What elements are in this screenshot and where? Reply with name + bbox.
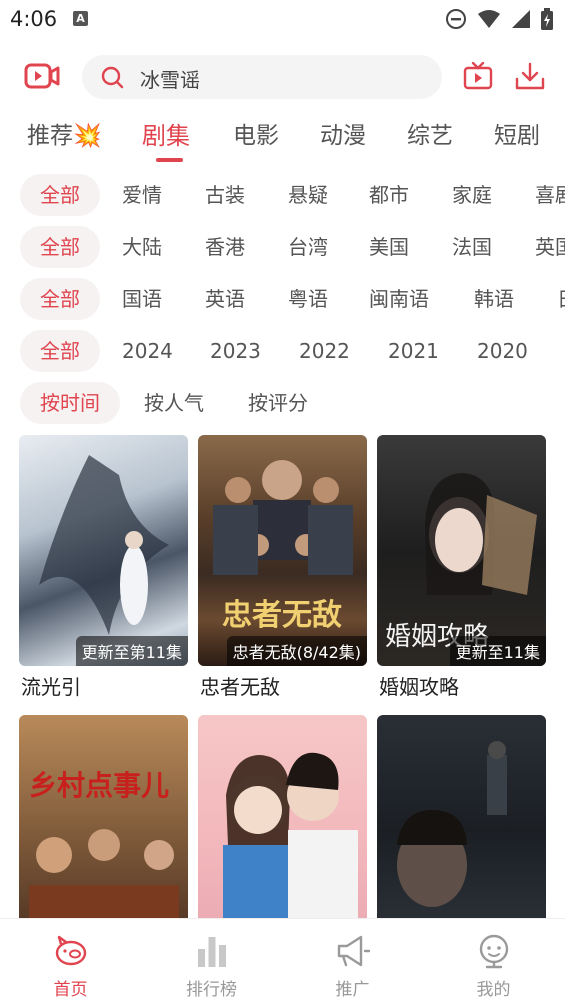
category-tabs: 推荐💥 剧集 电影 动漫 综艺 短剧 [0,116,565,166]
language-chip[interactable]: 国语 [122,278,162,320]
wifi-icon [478,10,500,28]
face-icon [479,934,509,969]
genre-chip[interactable]: 爱情 [122,174,162,216]
status-icons [445,8,553,30]
region-chip[interactable]: 法国 [452,226,492,268]
year-chip[interactable]: 2023 [210,330,261,372]
active-tab-indicator [156,158,183,162]
notification-a-icon: A [73,11,88,26]
video-camera-icon[interactable] [24,62,60,90]
bottom-navigation: 首页 排行榜 推广 我的 [0,918,565,1005]
download-icon[interactable] [515,62,545,90]
dnd-icon [446,9,466,29]
video-title[interactable]: 婚姻攻略 [379,671,459,700]
genre-chip[interactable]: 全部 [20,174,100,216]
status-bar: 4:06 A [0,0,565,38]
tab-short-drama[interactable]: 短剧 [494,116,540,150]
genre-chip[interactable]: 悬疑 [288,174,328,216]
region-chip[interactable]: 全部 [20,226,100,268]
language-chip[interactable]: 韩语 [474,278,514,320]
episode-badge: 更新至第11集 [75,636,188,666]
poster-image[interactable]: 乡村点事儿 [19,715,188,946]
region-filter-row: 全部 大陆 香港 台湾 美国 法国 英国 [0,226,565,268]
nav-label: 推广 [335,980,370,1000]
poster-image[interactable]: 更新至第11集 [19,435,188,666]
poster-image[interactable]: 婚姻攻略 更新至11集 [377,435,546,666]
genre-chip[interactable]: 都市 [369,174,409,216]
search-input[interactable]: 冰雪谣 [140,64,200,93]
language-filter-row: 全部 国语 英语 粤语 闽南语 韩语 日语 [0,278,565,320]
battery-icon [541,8,553,30]
language-chip[interactable]: 闽南语 [369,278,429,320]
pig-icon [55,935,87,966]
region-chip[interactable]: 大陆 [122,226,162,268]
sort-chip[interactable]: 按评分 [248,382,308,424]
sort-filter-row: 按时间 按人气 按评分 [0,382,565,424]
genre-filter-row: 全部 爱情 古装 悬疑 都市 家庭 喜剧 [0,174,565,216]
genre-chip[interactable]: 喜剧 [535,174,565,216]
year-filter-row: 全部 2024 2023 2022 2021 2020 [0,330,565,372]
tv-icon[interactable] [463,62,493,90]
video-title[interactable]: 忠者无敌 [200,671,280,700]
nav-label: 排行榜 [186,980,237,1000]
tab-recommend[interactable]: 推荐💥 [27,116,102,150]
language-chip[interactable]: 全部 [20,278,100,320]
tab-variety[interactable]: 综艺 [407,116,453,150]
language-chip[interactable]: 英语 [205,278,245,320]
episode-badge: 忠者无敌(8/42集) [226,636,367,666]
svg-text:乡村点事儿: 乡村点事儿 [29,769,169,802]
nav-promote[interactable]: 推广 [282,919,423,1005]
status-time: 4:06 [10,7,58,31]
language-chip[interactable]: 粤语 [288,278,328,320]
year-chip[interactable]: 2021 [388,330,439,372]
megaphone-icon [337,935,371,967]
year-chip[interactable]: 2020 [477,330,528,372]
sort-chip[interactable]: 按时间 [20,382,120,424]
poster-image[interactable] [377,715,546,946]
tab-movies[interactable]: 电影 [233,116,279,150]
tab-anime[interactable]: 动漫 [320,116,366,150]
svg-text:忠者无敌: 忠者无敌 [222,598,342,633]
episode-badge: 更新至11集 [449,636,546,666]
region-chip[interactable]: 香港 [205,226,245,268]
top-bar: 冰雪谣 [0,52,565,102]
genre-chip[interactable]: 古装 [205,174,245,216]
bar-chart-icon [198,937,226,967]
nav-ranking[interactable]: 排行榜 [141,919,282,1005]
nav-label: 我的 [476,980,511,1000]
nav-label: 首页 [53,980,88,1000]
video-title[interactable]: 流光引 [21,671,81,700]
tab-series[interactable]: 剧集 [142,116,190,151]
nav-home[interactable]: 首页 [0,919,141,1005]
region-chip[interactable]: 英国 [535,226,565,268]
poster-image[interactable]: 忠者无敌 忠者无敌(8/42集) [198,435,367,666]
sort-chip[interactable]: 按人气 [144,382,204,424]
signal-icon [512,10,530,28]
poster-image[interactable] [198,715,367,946]
language-chip[interactable]: 日语 [557,278,565,320]
year-chip[interactable]: 2022 [299,330,350,372]
region-chip[interactable]: 台湾 [288,226,328,268]
year-chip[interactable]: 全部 [20,330,100,372]
year-chip[interactable]: 2024 [122,330,173,372]
region-chip[interactable]: 美国 [369,226,409,268]
nav-profile[interactable]: 我的 [423,919,564,1005]
search-icon [101,66,124,89]
genre-chip[interactable]: 家庭 [452,174,492,216]
search-bar[interactable]: 冰雪谣 [82,55,442,99]
